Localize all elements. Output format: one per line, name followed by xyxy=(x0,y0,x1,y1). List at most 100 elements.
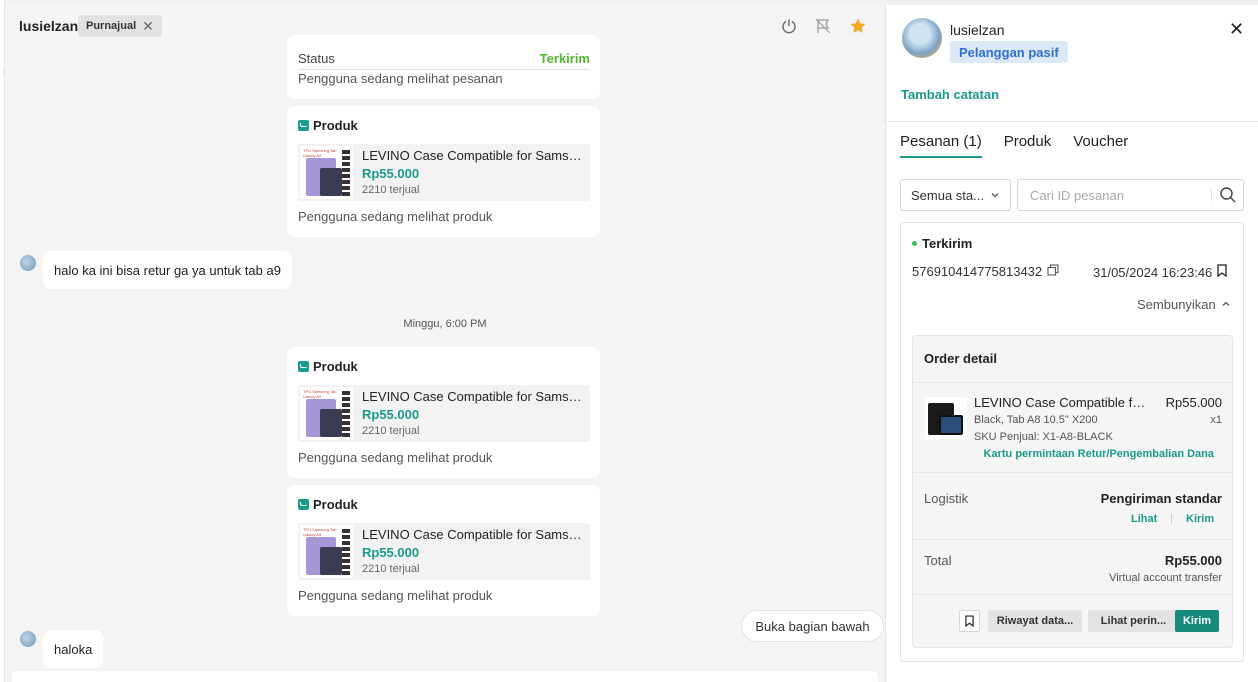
viewing-order-note: Pengguna sedang melihat pesanan xyxy=(298,71,503,86)
send-shipping-link[interactable]: Kirim xyxy=(1186,513,1214,525)
message-composer[interactable] xyxy=(12,671,878,682)
product-card[interactable]: Produk TPU Samsung Tab Galaxy A9 LEVINO C… xyxy=(287,347,600,478)
product-card-title: Produk xyxy=(298,359,358,374)
product-sold: 2210 terjual xyxy=(362,184,420,196)
bag-icon xyxy=(298,361,309,372)
link-separator xyxy=(1171,514,1172,524)
total-label: Total xyxy=(924,553,952,568)
remove-tag-icon[interactable]: ✕ xyxy=(142,18,154,35)
order-date: 31/05/2024 16:23:46 xyxy=(1093,264,1227,280)
bag-icon xyxy=(298,120,309,131)
status-dot xyxy=(912,241,917,246)
history-button[interactable]: Riwayat data... xyxy=(988,610,1082,632)
detail-divider xyxy=(913,594,1232,595)
viewing-product-note: Pengguna sedang melihat produk xyxy=(298,209,493,224)
detail-divider xyxy=(913,472,1232,473)
product-price: Rp55.000 xyxy=(362,166,420,181)
bookmark-icon[interactable] xyxy=(1217,264,1227,280)
order-item-variant: Black, Tab A8 10.5" X200 xyxy=(974,414,1098,426)
time-separator: Minggu, 6:00 PM xyxy=(403,318,487,330)
product-thumbnail: TPU Samsung Tab Galaxy A9 xyxy=(300,525,353,578)
order-id: 576910414775813432 xyxy=(912,264,1059,279)
flag-off-icon[interactable] xyxy=(813,16,833,36)
customer-avatar xyxy=(20,255,36,271)
bag-icon xyxy=(298,499,309,510)
tab-products[interactable]: Produk xyxy=(1004,133,1052,158)
message-bubble: haloka xyxy=(43,630,104,668)
order-item-thumbnail xyxy=(925,397,967,439)
panel-username: lusielzan xyxy=(950,22,1005,38)
order-card: Terkirim 576910414775813432 31/05/2024 1… xyxy=(900,222,1244,662)
status-divider xyxy=(298,69,590,70)
user-tag-label: Purnajual xyxy=(86,20,137,32)
status-filter-select[interactable]: Semua sta... xyxy=(900,179,1011,211)
product-thumbnail: TPU Samsung Tab Galaxy A9 xyxy=(300,387,353,440)
jump-to-bottom-button[interactable]: Buka bagian bawah xyxy=(741,610,884,642)
product-name: LEVINO Case Compatible for Samsung Galax… xyxy=(362,148,582,163)
status-filter-value: Semua sta... xyxy=(911,187,984,203)
message-bubble: halo ka ini bisa retur ga ya untuk tab a… xyxy=(43,251,292,289)
hide-details-toggle[interactable]: Sembunyikan xyxy=(1137,297,1231,312)
product-sold: 2210 terjual xyxy=(362,563,420,575)
product-price: Rp55.000 xyxy=(362,407,420,422)
product-name: LEVINO Case Compatible for Samsung Galax… xyxy=(362,527,582,542)
return-request-link[interactable]: Kartu permintaan Retur/Pengembalian Dana xyxy=(984,448,1214,460)
order-item-sku: SKU Penjual: X1-A8-BLACK xyxy=(974,431,1113,443)
product-item[interactable]: TPU Samsung Tab Galaxy A9 LEVINO Case Com… xyxy=(298,144,590,201)
detail-divider xyxy=(913,382,1232,383)
order-detail: Order detail LEVINO Case Compatible for … xyxy=(912,335,1233,648)
order-status-card[interactable]: Status Terkirim Pengguna sedang melihat … xyxy=(287,35,600,99)
bookmark-order-button[interactable] xyxy=(959,610,980,632)
star-icon[interactable] xyxy=(848,16,868,36)
customer-avatar xyxy=(20,631,36,647)
bookmark-icon xyxy=(965,615,974,627)
search-divider xyxy=(1211,189,1212,201)
panel-tabs: Pesanan (1) Produk Voucher xyxy=(900,133,1128,158)
order-status: Terkirim xyxy=(912,236,972,251)
panel-divider xyxy=(886,121,1258,122)
product-sold: 2210 terjual xyxy=(362,425,420,437)
chevron-down-icon xyxy=(990,188,1000,203)
add-note-link[interactable]: Tambah catatan xyxy=(901,87,999,102)
product-thumbnail: TPU Samsung Tab Galaxy A9 xyxy=(300,146,353,199)
product-price: Rp55.000 xyxy=(362,545,420,560)
search-icon[interactable] xyxy=(1219,186,1237,207)
chat-username: lusielzan xyxy=(19,18,79,34)
close-icon[interactable]: ✕ xyxy=(1229,19,1244,40)
copy-icon[interactable] xyxy=(1047,264,1059,279)
order-detail-title: Order detail xyxy=(924,351,997,366)
user-tag: Purnajual ✕ xyxy=(78,15,162,37)
detail-divider xyxy=(913,539,1232,540)
chevron-up-icon xyxy=(1221,297,1231,312)
product-card-title: Produk xyxy=(298,118,358,133)
total-value: Rp55.000 xyxy=(1164,553,1222,568)
view-details-button[interactable]: Lihat perin... xyxy=(1088,610,1179,632)
product-card[interactable]: Produk TPU Samsung Tab Galaxy A9 LEVINO C… xyxy=(287,485,600,616)
customer-status-badge: Pelanggan pasif xyxy=(950,41,1068,63)
product-name: LEVINO Case Compatible for Samsung Galax… xyxy=(362,389,582,404)
order-search xyxy=(1017,179,1244,211)
power-icon[interactable] xyxy=(779,16,799,36)
customer-avatar-large xyxy=(902,18,942,58)
logistics-label: Logistik xyxy=(924,491,969,506)
payment-method: Virtual account transfer xyxy=(1109,572,1222,584)
order-item-price: Rp55.000 xyxy=(1165,395,1222,410)
product-item[interactable]: TPU Samsung Tab Galaxy A9 LEVINO Case Com… xyxy=(298,385,590,442)
viewing-product-note: Pengguna sedang melihat produk xyxy=(298,450,493,465)
tab-vouchers[interactable]: Voucher xyxy=(1073,133,1128,158)
product-card-title: Produk xyxy=(298,497,358,512)
order-search-input[interactable] xyxy=(1018,180,1208,210)
product-item[interactable]: TPU Samsung Tab Galaxy A9 LEVINO Case Com… xyxy=(298,523,590,580)
product-card[interactable]: Produk TPU Samsung Tab Galaxy A9 LEVINO C… xyxy=(287,106,600,237)
chat-pane: lusielzan Purnajual ✕ Status Terkirim Pe… xyxy=(5,5,885,682)
order-item-name: LEVINO Case Compatible for Samsung Galax… xyxy=(974,395,1150,410)
order-item-qty: x1 xyxy=(1210,414,1222,426)
view-shipping-link[interactable]: Lihat xyxy=(1131,513,1157,525)
viewing-product-note: Pengguna sedang melihat produk xyxy=(298,588,493,603)
logistics-value: Pengiriman standar xyxy=(1100,491,1222,506)
customer-panel: lusielzan Pelanggan pasif ✕ Tambah catat… xyxy=(885,5,1258,682)
status-label: Status xyxy=(298,51,335,66)
send-order-button[interactable]: Kirim xyxy=(1175,610,1219,632)
tab-orders[interactable]: Pesanan (1) xyxy=(900,133,982,158)
status-value: Terkirim xyxy=(539,51,590,66)
